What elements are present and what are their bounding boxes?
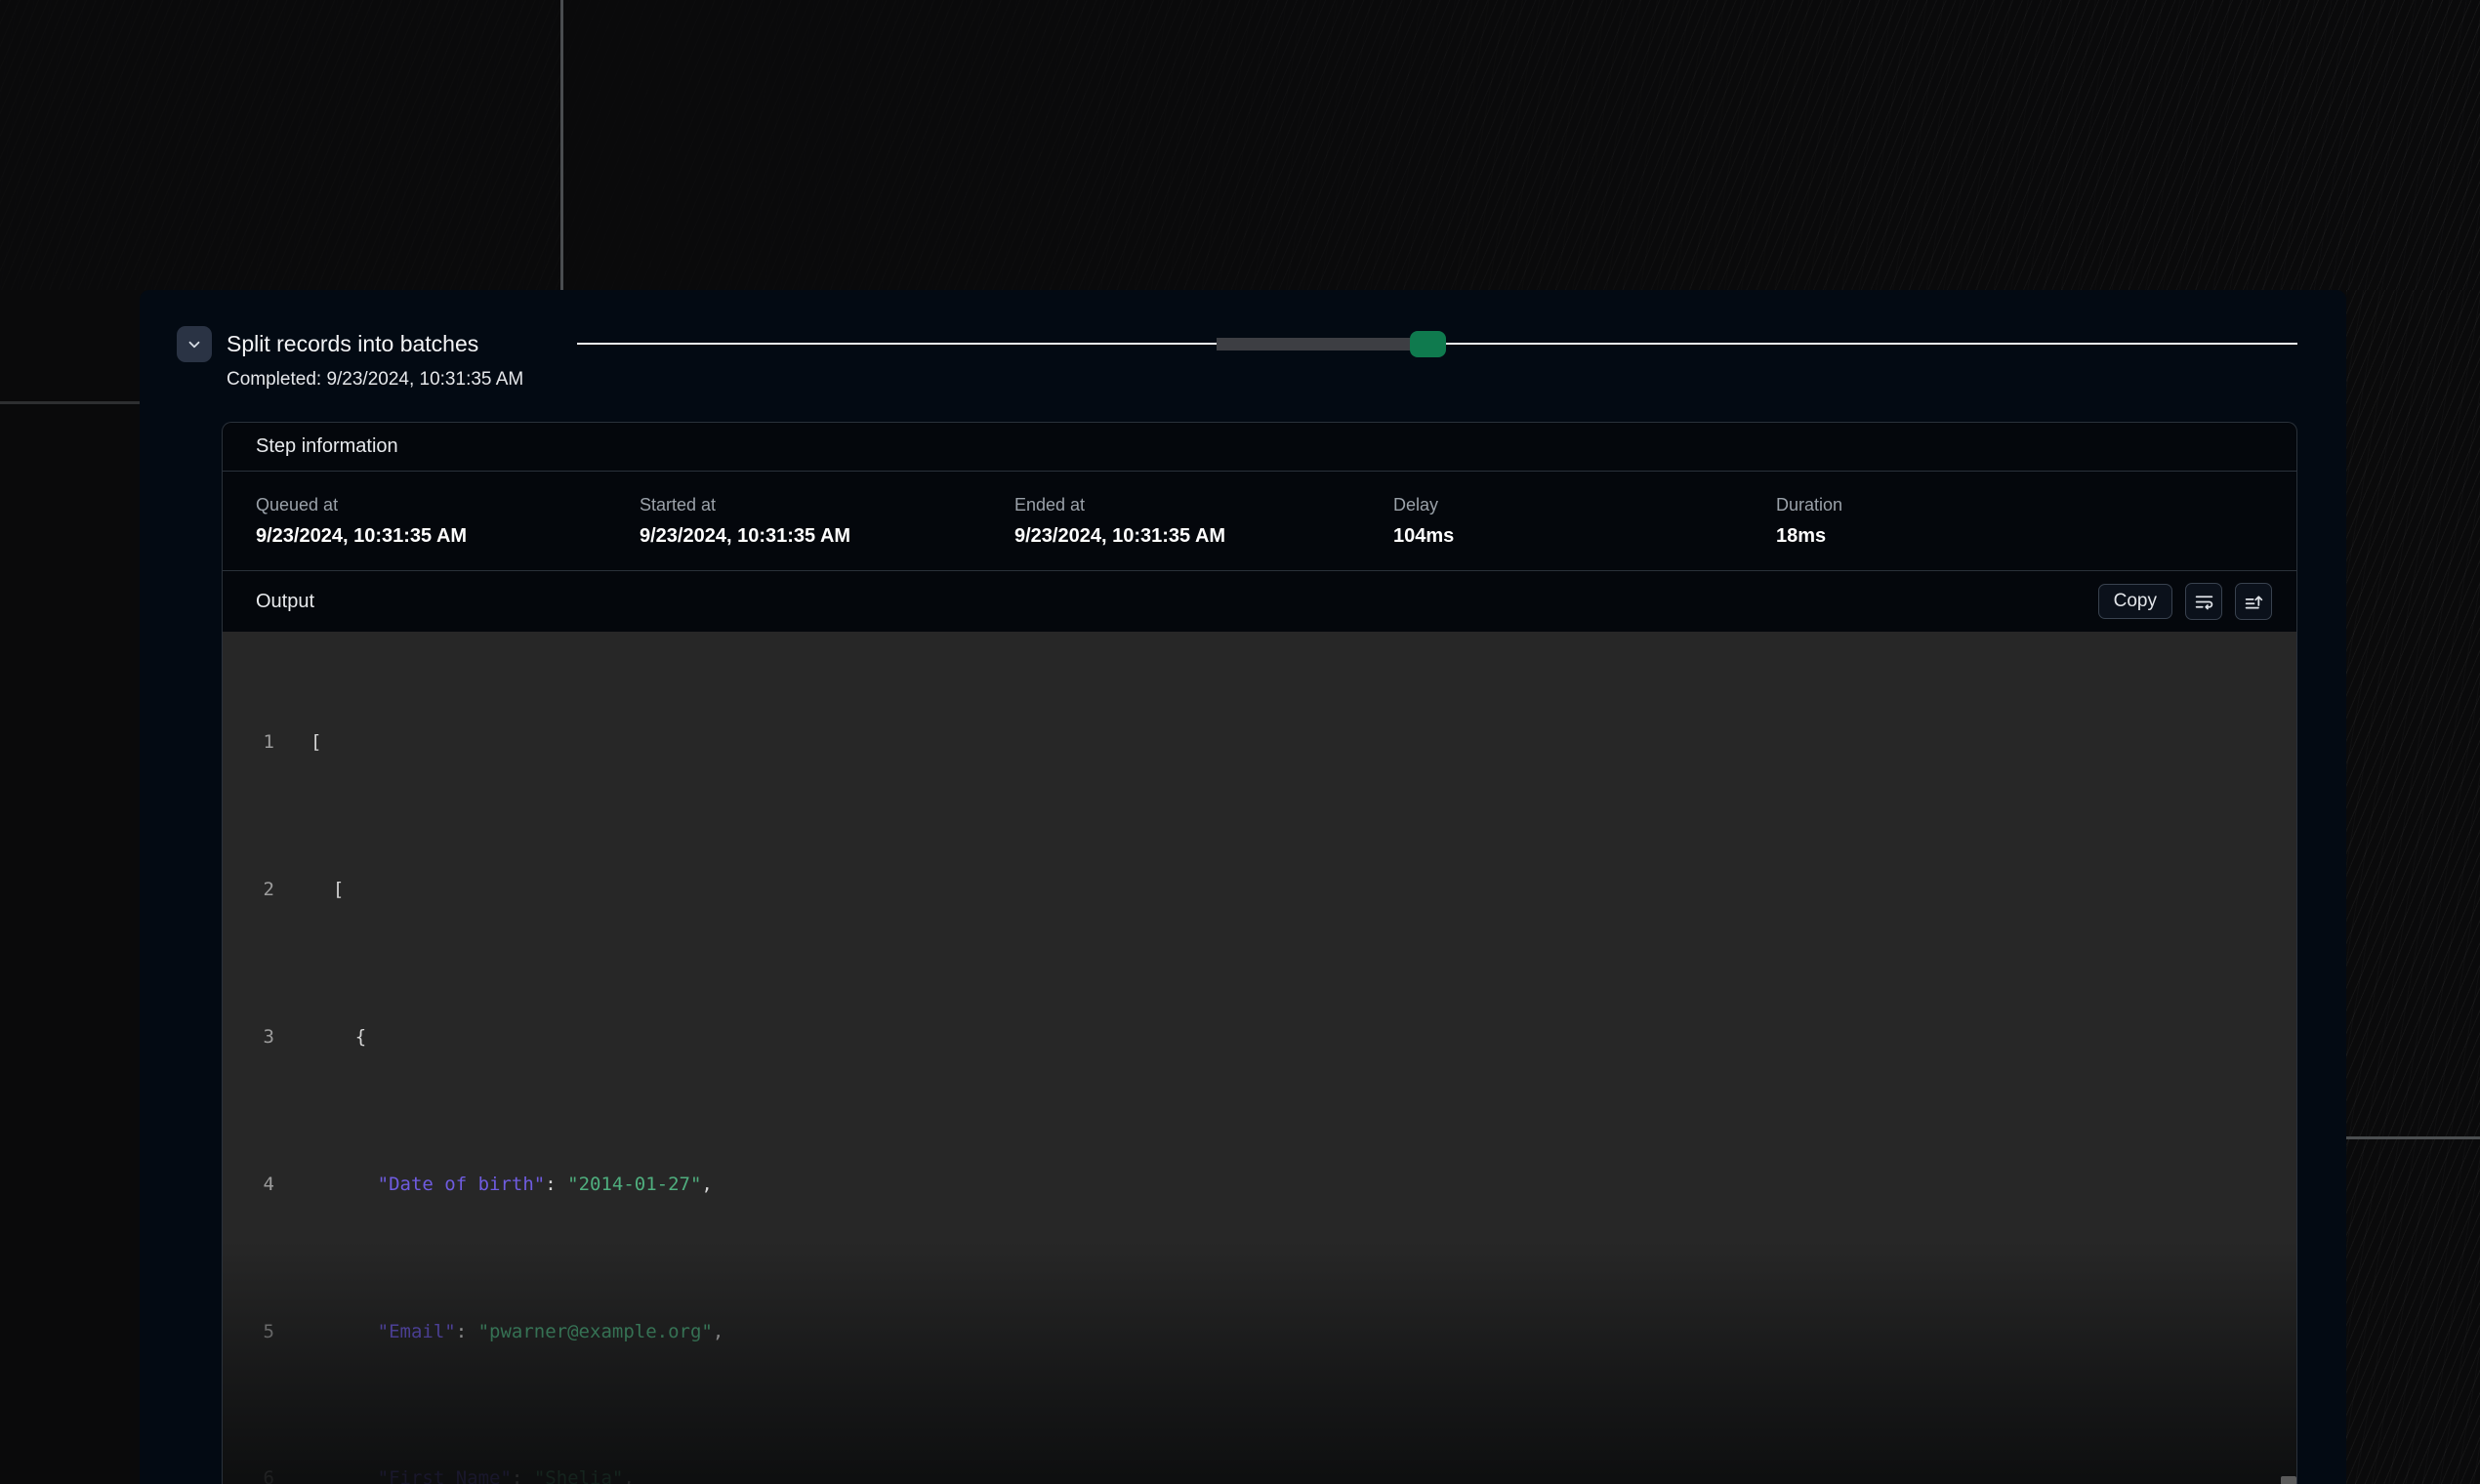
field-label: Ended at (1014, 495, 1393, 515)
line-number: 4 (223, 1167, 274, 1204)
field-value: 18ms (1776, 525, 1842, 548)
step-title-block: Split records into batches Completed: 9/… (227, 326, 562, 391)
scroll-to-top-button[interactable] (2235, 583, 2272, 620)
background-texture (2346, 290, 2480, 1484)
field-value: 9/23/2024, 10:31:35 AM (1014, 525, 1393, 548)
info-field: Delay 104ms (1393, 495, 1776, 548)
background-grid-line (560, 0, 563, 290)
line-content: "Date of birth": "2014-01-27", (310, 1167, 713, 1204)
step-information-title: Step information (256, 435, 398, 458)
line-number: 5 (223, 1314, 274, 1351)
field-value: 9/23/2024, 10:31:35 AM (256, 525, 640, 548)
duration-marker[interactable] (1410, 331, 1446, 357)
code-line: 3 { (223, 1019, 2296, 1056)
line-content: "Email": "pwarner@example.org", (310, 1314, 723, 1351)
info-field: Duration 18ms (1776, 495, 1842, 548)
field-label: Started at (640, 495, 1014, 515)
code-lines: 1 [ 2 [ 3 { 4 "Date of birth": "2014-01-… (223, 632, 2296, 1484)
field-label: Delay (1393, 495, 1776, 515)
step-status: Completed: 9/23/2024, 10:31:35 AM (227, 369, 562, 391)
output-title: Output (256, 591, 2098, 613)
collapse-step-button[interactable] (177, 326, 212, 362)
background-grid-line (2346, 1136, 2480, 1139)
code-line: 1 [ (223, 724, 2296, 762)
output-code-viewer[interactable]: 1 [ 2 [ 3 { 4 "Date of birth": "2014-01-… (223, 632, 2296, 1484)
wrap-text-icon (2194, 592, 2214, 612)
step-title: Split records into batches (227, 326, 562, 362)
info-field: Ended at 9/23/2024, 10:31:35 AM (1014, 495, 1393, 548)
step-info-fields: Queued at 9/23/2024, 10:31:35 AM Started… (223, 472, 2296, 571)
scrollbar-corner[interactable] (2281, 1476, 2296, 1484)
field-label: Queued at (256, 495, 640, 515)
line-number: 3 (223, 1019, 274, 1056)
delay-bar (1217, 338, 1409, 350)
step-detail-panel: Split records into batches Completed: 9/… (140, 290, 2346, 1484)
field-label: Duration (1776, 495, 1842, 515)
step-header: Split records into batches Completed: 9/… (177, 326, 2297, 391)
line-content: [ (310, 724, 321, 762)
line-number: 2 (223, 872, 274, 909)
field-value: 104ms (1393, 525, 1776, 548)
code-line: 2 [ (223, 872, 2296, 909)
line-number: 6 (223, 1461, 274, 1484)
info-field: Started at 9/23/2024, 10:31:35 AM (640, 495, 1014, 548)
background-texture (561, 0, 2480, 290)
step-timeline (577, 326, 2297, 362)
line-number: 1 (223, 724, 274, 762)
card-header: Step information (223, 423, 2296, 472)
output-header: Output Copy (223, 571, 2296, 632)
line-content: "First Name": "Shelia", (310, 1461, 635, 1484)
field-value: 9/23/2024, 10:31:35 AM (640, 525, 1014, 548)
info-field: Queued at 9/23/2024, 10:31:35 AM (256, 495, 640, 548)
code-line: 5 "Email": "pwarner@example.org", (223, 1314, 2296, 1351)
copy-button[interactable]: Copy (2098, 584, 2172, 619)
wrap-text-button[interactable] (2185, 583, 2222, 620)
line-content: [ (310, 872, 344, 909)
chevron-down-icon (186, 336, 203, 353)
background-grid-line (0, 401, 140, 404)
scroll-to-top-icon (2244, 592, 2264, 612)
line-content: { (310, 1019, 366, 1056)
background-texture (0, 0, 561, 290)
step-information-card: Step information Queued at 9/23/2024, 10… (222, 422, 2297, 1484)
code-line: 6 "First Name": "Shelia", (223, 1461, 2296, 1484)
code-line: 4 "Date of birth": "2014-01-27", (223, 1167, 2296, 1204)
